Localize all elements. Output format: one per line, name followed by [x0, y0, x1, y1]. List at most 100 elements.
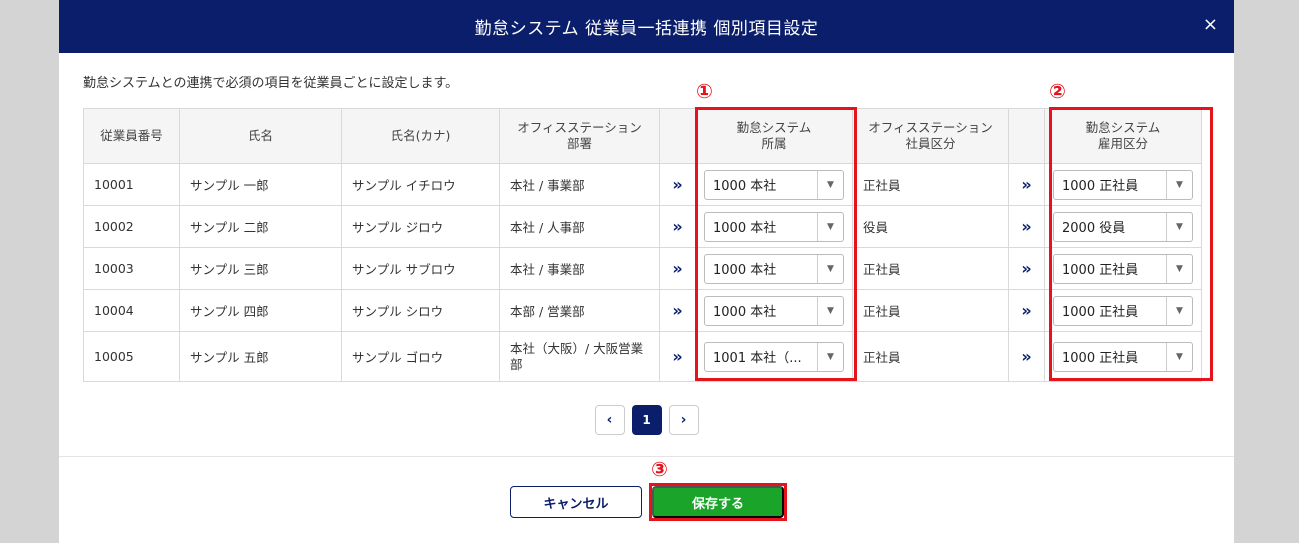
save-button[interactable]: 保存する [652, 486, 784, 518]
att-class-value: 2000 役員 [1062, 221, 1126, 236]
att-dept-value: 1001 本社（... [713, 351, 802, 366]
att-class-value: 1000 正社員 [1062, 351, 1139, 366]
header-att-dept: 勤怠システム 所属 [695, 108, 853, 164]
att-class-select[interactable]: 1000 正社員 ▼ [1053, 169, 1193, 200]
page-1-button[interactable]: 1 [631, 405, 662, 435]
dept-cell: 本部 / 営業部 [499, 289, 660, 332]
double-chevron-right-icon: » [1008, 205, 1045, 248]
os-class-cell: 正社員 [852, 289, 1009, 332]
annotation-marker-2: ② [1049, 79, 1066, 103]
caret-down-icon: ▼ [817, 212, 843, 241]
att-dept-select[interactable]: 1000 本社 ▼ [704, 169, 844, 200]
dept-cell: 本社 / 事業部 [499, 163, 660, 206]
header-emp-no: 従業員番号 [83, 108, 180, 164]
att-class-select[interactable]: 2000 役員 ▼ [1053, 211, 1193, 242]
emp-no-cell: 10003 [83, 247, 180, 290]
att-dept-select[interactable]: 1000 本社 ▼ [704, 211, 844, 242]
att-dept-select[interactable]: 1001 本社（... ▼ [704, 341, 844, 372]
double-chevron-right-icon: » [659, 205, 696, 248]
caret-down-icon: ▼ [1166, 254, 1192, 283]
close-icon[interactable]: × [1203, 14, 1218, 36]
caret-down-icon: ▼ [1166, 212, 1192, 241]
header-os-dept: オフィスステーション 部署 [499, 108, 660, 164]
cancel-button[interactable]: キャンセル [510, 486, 642, 518]
header-att-dept-line1: 勤怠システム [736, 120, 812, 135]
kana-cell: サンプル ゴロウ [341, 331, 500, 382]
kana-cell: サンプル ジロウ [341, 205, 500, 248]
double-chevron-right-icon: » [659, 247, 696, 290]
os-class-cell: 役員 [852, 205, 1009, 248]
header-kana: 氏名(カナ) [341, 108, 500, 164]
table-row: 10004 サンプル 四郎 サンプル シロウ 本部 / 営業部 » 1000 本… [83, 289, 1202, 332]
caret-down-icon: ▼ [817, 254, 843, 283]
header-att-class: 勤怠システム 雇用区分 [1044, 108, 1202, 164]
header-arrow-2 [1008, 108, 1045, 164]
os-class-cell: 正社員 [852, 163, 1009, 206]
att-class-value: 1000 正社員 [1062, 179, 1139, 194]
double-chevron-right-icon: » [1008, 289, 1045, 332]
header-att-class-line2: 雇用区分 [1097, 136, 1148, 151]
att-dept-value: 1000 本社 [713, 221, 777, 236]
header-os-dept-line2: 部署 [566, 136, 592, 151]
dept-cell: 本社 / 事業部 [499, 247, 660, 290]
name-cell: サンプル 二郎 [179, 205, 342, 248]
header-os-dept-line1: オフィスステーション [517, 120, 642, 135]
att-dept-value: 1000 本社 [713, 305, 777, 320]
annotation-marker-3: ③ [651, 457, 668, 481]
caret-down-icon: ▼ [1166, 170, 1192, 199]
att-class-select[interactable]: 1000 正社員 ▼ [1053, 253, 1193, 284]
next-page-button[interactable]: › [668, 405, 699, 435]
dialog-header: 勤怠システム 従業員一括連携 個別項目設定 × [59, 0, 1234, 53]
dept-cell: 本社 / 人事部 [499, 205, 660, 248]
emp-no-cell: 10004 [83, 289, 180, 332]
description-text: 勤怠システムとの連携で必須の項目を従業員ごとに設定します。 [83, 76, 459, 91]
os-class-cell: 正社員 [852, 331, 1009, 382]
header-os-class-line1: オフィスステーション [868, 120, 993, 135]
table-row: 10005 サンプル 五郎 サンプル ゴロウ 本社（大阪）/ 大阪営業部 » 1… [83, 331, 1202, 382]
employee-table: 従業員番号 氏名 氏名(カナ) オフィスステーション 部署 勤怠システム 所属 … [83, 108, 1202, 382]
att-class-value: 1000 正社員 [1062, 305, 1139, 320]
att-class-value: 1000 正社員 [1062, 263, 1139, 278]
caret-down-icon: ▼ [1166, 342, 1192, 371]
caret-down-icon: ▼ [817, 170, 843, 199]
settings-dialog: 勤怠システム 従業員一括連携 個別項目設定 × 勤怠システムとの連携で必須の項目… [59, 0, 1234, 543]
table-row: 10002 サンプル 二郎 サンプル ジロウ 本社 / 人事部 » 1000 本… [83, 205, 1202, 248]
header-name: 氏名 [179, 108, 342, 164]
att-dept-select[interactable]: 1000 本社 ▼ [704, 295, 844, 326]
table-row: 10001 サンプル 一郎 サンプル イチロウ 本社 / 事業部 » 1000 … [83, 163, 1202, 206]
double-chevron-right-icon: » [659, 331, 696, 382]
att-class-select[interactable]: 1000 正社員 ▼ [1053, 341, 1193, 372]
footer-divider [59, 456, 1234, 457]
emp-no-cell: 10005 [83, 331, 180, 382]
name-cell: サンプル 四郎 [179, 289, 342, 332]
header-att-class-line1: 勤怠システム [1085, 120, 1161, 135]
double-chevron-right-icon: » [1008, 331, 1045, 382]
att-class-select[interactable]: 1000 正社員 ▼ [1053, 295, 1193, 326]
emp-no-cell: 10001 [83, 163, 180, 206]
header-os-class: オフィスステーション 社員区分 [852, 108, 1009, 164]
dept-cell: 本社（大阪）/ 大阪営業部 [499, 331, 660, 382]
double-chevron-right-icon: » [659, 289, 696, 332]
double-chevron-right-icon: » [1008, 247, 1045, 290]
double-chevron-right-icon: » [1008, 163, 1045, 206]
table-row: 10003 サンプル 三郎 サンプル サブロウ 本社 / 事業部 » 1000 … [83, 247, 1202, 290]
dialog-title: 勤怠システム 従業員一括連携 個別項目設定 [474, 19, 819, 39]
table-header-row: 従業員番号 氏名 氏名(カナ) オフィスステーション 部署 勤怠システム 所属 … [83, 108, 1202, 164]
header-att-dept-line2: 所属 [761, 136, 787, 151]
header-os-class-line2: 社員区分 [905, 136, 956, 151]
caret-down-icon: ▼ [817, 342, 843, 371]
emp-no-cell: 10002 [83, 205, 180, 248]
att-dept-value: 1000 本社 [713, 263, 777, 278]
os-class-cell: 正社員 [852, 247, 1009, 290]
header-arrow-1 [659, 108, 696, 164]
double-chevron-right-icon: » [659, 163, 696, 206]
annotation-marker-1: ① [696, 79, 713, 103]
name-cell: サンプル 三郎 [179, 247, 342, 290]
name-cell: サンプル 五郎 [179, 331, 342, 382]
kana-cell: サンプル シロウ [341, 289, 500, 332]
kana-cell: サンプル サブロウ [341, 247, 500, 290]
att-dept-select[interactable]: 1000 本社 ▼ [704, 253, 844, 284]
caret-down-icon: ▼ [1166, 296, 1192, 325]
prev-page-button[interactable]: ‹ [594, 405, 625, 435]
pagination: ‹ 1 › [59, 405, 1234, 435]
